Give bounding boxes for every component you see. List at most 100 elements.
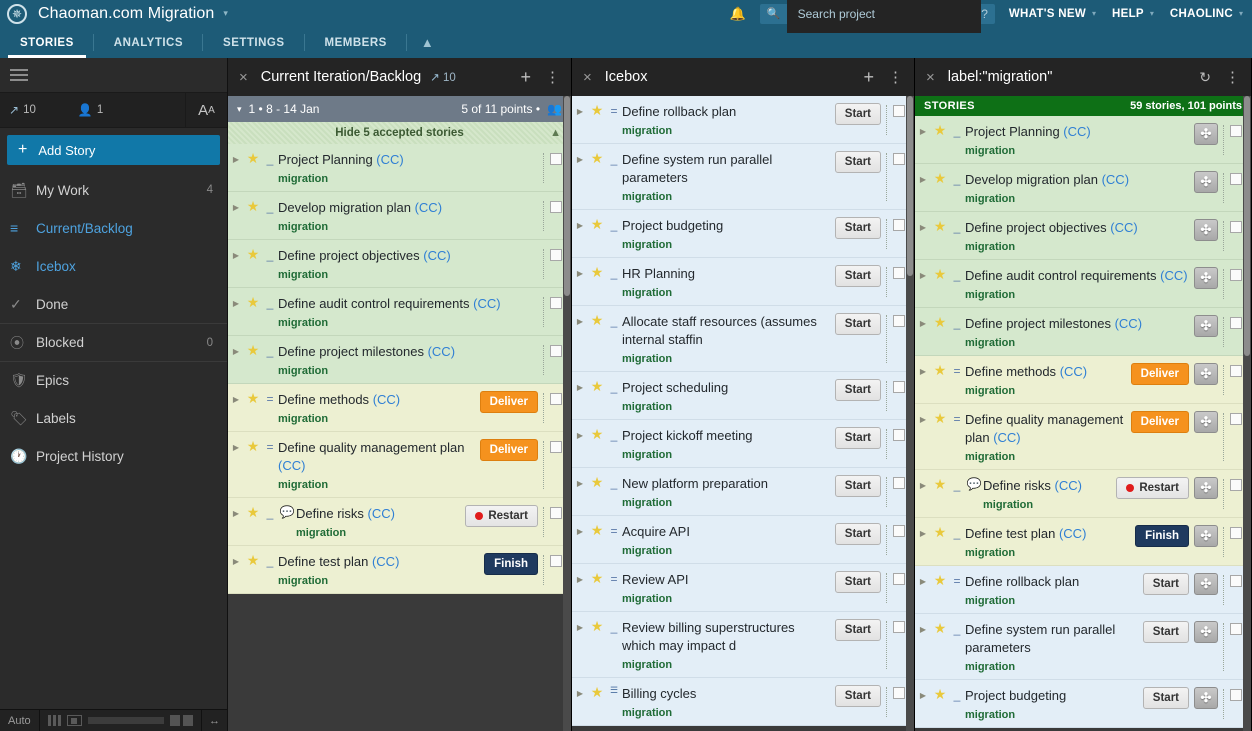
- collapse-nav-button[interactable]: ▲: [407, 27, 448, 58]
- star-icon[interactable]: ★: [244, 552, 262, 587]
- star-icon[interactable]: ★: [931, 266, 949, 301]
- start-button[interactable]: Start: [834, 151, 881, 173]
- story-row[interactable]: ▶ ★ _ Project budgeting migration Start: [572, 210, 914, 258]
- story-row[interactable]: ▶ ★ _ Project kickoff meeting migration …: [572, 420, 914, 468]
- story-row[interactable]: ▶ ★ _ Project scheduling migration Start: [572, 372, 914, 420]
- close-icon[interactable]: ×: [239, 69, 248, 86]
- story-checkbox[interactable]: [550, 249, 562, 261]
- story-label[interactable]: migration: [278, 221, 539, 233]
- expand-arrow-icon[interactable]: ▶: [228, 343, 244, 377]
- star-icon[interactable]: ★: [931, 686, 949, 721]
- start-button[interactable]: Start: [1142, 687, 1189, 709]
- expand-arrow-icon[interactable]: ▶: [915, 525, 931, 559]
- story-checkbox[interactable]: [893, 621, 905, 633]
- story-checkbox[interactable]: [1230, 413, 1242, 425]
- sidebar-item-blocked[interactable]: ⦿ Blocked 0: [0, 323, 227, 361]
- story-label[interactable]: migration: [965, 289, 1190, 301]
- story-row[interactable]: ▶ ★ = Define rollback plan migration Sta…: [572, 96, 914, 144]
- story-row[interactable]: ▶ ★ _ 💬 Define risks (CC) migration Rest…: [915, 470, 1251, 518]
- story-row[interactable]: ▶ ★ _ Project Planning (CC) migration: [228, 144, 571, 192]
- expand-arrow-icon[interactable]: ▶: [915, 411, 931, 463]
- story-label[interactable]: migration: [622, 497, 831, 509]
- finish-button[interactable]: Finish: [1135, 525, 1189, 547]
- auto-layout-button[interactable]: Auto: [0, 709, 40, 731]
- start-button[interactable]: Start: [834, 379, 881, 401]
- star-icon[interactable]: ★: [931, 524, 949, 559]
- estimate-value[interactable]: _: [606, 151, 622, 203]
- story-row[interactable]: ▶ ★ _ Define test plan (CC) migration Fi…: [915, 518, 1251, 566]
- refresh-icon[interactable]: ↻: [1199, 69, 1211, 86]
- text-size-button[interactable]: AA: [185, 92, 227, 128]
- locate-story-button[interactable]: ✣: [1194, 687, 1218, 709]
- estimate-value[interactable]: _: [606, 379, 622, 413]
- story-label[interactable]: migration: [296, 527, 461, 539]
- estimate-value[interactable]: _: [606, 313, 622, 365]
- deliver-button[interactable]: Deliver: [1130, 363, 1189, 385]
- estimate-value[interactable]: =: [949, 363, 965, 397]
- expand-arrow-icon[interactable]: ▶: [915, 267, 931, 301]
- locate-story-button[interactable]: ✣: [1194, 219, 1218, 241]
- story-checkbox[interactable]: [550, 393, 562, 405]
- story-label[interactable]: migration: [965, 661, 1139, 673]
- locate-story-button[interactable]: ✣: [1194, 315, 1218, 337]
- expand-arrow-icon[interactable]: ▶: [228, 391, 244, 425]
- star-icon[interactable]: ★: [588, 684, 606, 719]
- story-row[interactable]: ▶ ★ = Define rollback plan migration Sta…: [915, 566, 1251, 614]
- star-icon[interactable]: ★: [588, 264, 606, 299]
- story-checkbox[interactable]: [1230, 365, 1242, 377]
- story-checkbox[interactable]: [1230, 269, 1242, 281]
- story-label[interactable]: migration: [622, 287, 831, 299]
- star-icon[interactable]: ★: [244, 504, 262, 539]
- star-icon[interactable]: ★: [244, 342, 262, 377]
- estimate-value[interactable]: _: [949, 123, 965, 157]
- expand-arrow-icon[interactable]: ▶: [572, 685, 588, 719]
- story-checkbox[interactable]: [550, 441, 562, 453]
- story-checkbox[interactable]: [1230, 575, 1242, 587]
- star-icon[interactable]: ★: [588, 618, 606, 671]
- chevron-up-icon[interactable]: ▲: [550, 127, 561, 139]
- story-label[interactable]: migration: [278, 413, 476, 425]
- story-row[interactable]: ▶ ★ _ Define project milestones (CC) mig…: [915, 308, 1251, 356]
- story-label[interactable]: migration: [278, 479, 476, 491]
- star-icon[interactable]: ★: [931, 362, 949, 397]
- plus-icon[interactable]: +: [520, 68, 531, 86]
- menu-whats-new[interactable]: WHAT'S NEW: [1009, 8, 1086, 20]
- story-row[interactable]: ▶ ★ _ Define audit control requirements …: [228, 288, 571, 336]
- story-checkbox[interactable]: [893, 267, 905, 279]
- sidebar-item-project-history[interactable]: 🕐 Project History: [0, 437, 227, 475]
- expand-arrow-icon[interactable]: ▶: [572, 103, 588, 137]
- expand-arrow-icon[interactable]: ▶: [572, 523, 588, 557]
- panel-story-list[interactable]: ▾ 1 • 8 - 14 Jan 5 of 11 points • 👥 Hide…: [228, 96, 571, 731]
- estimate-value[interactable]: _: [606, 265, 622, 299]
- star-icon[interactable]: ★: [931, 314, 949, 349]
- tab-stories[interactable]: STORIES: [0, 27, 94, 58]
- story-checkbox[interactable]: [893, 219, 905, 231]
- estimate-value[interactable]: _: [949, 687, 965, 721]
- locate-story-button[interactable]: ✣: [1194, 411, 1218, 433]
- start-button[interactable]: Start: [834, 217, 881, 239]
- layout-track[interactable]: [87, 717, 164, 724]
- expand-arrow-icon[interactable]: ▶: [228, 295, 244, 329]
- estimate-value[interactable]: _: [949, 219, 965, 253]
- locate-story-button[interactable]: ✣: [1194, 477, 1218, 499]
- start-button[interactable]: Start: [834, 523, 881, 545]
- story-label[interactable]: migration: [965, 385, 1127, 397]
- expand-arrow-icon[interactable]: ▶: [915, 687, 931, 721]
- restart-button[interactable]: Restart: [465, 505, 538, 527]
- start-button[interactable]: Start: [834, 619, 881, 641]
- kebab-menu-icon[interactable]: ⋮: [545, 70, 560, 85]
- estimate-value[interactable]: _: [949, 315, 965, 349]
- estimate-value[interactable]: _: [262, 151, 278, 185]
- start-button[interactable]: Start: [1142, 621, 1189, 643]
- estimate-value[interactable]: _: [949, 171, 965, 205]
- story-label[interactable]: migration: [622, 353, 831, 365]
- chevron-down-icon[interactable]: ▾: [1239, 9, 1243, 18]
- story-checkbox[interactable]: [550, 201, 562, 213]
- add-story-button[interactable]: + Add Story: [7, 135, 220, 165]
- estimate-value[interactable]: _: [949, 267, 965, 301]
- story-label[interactable]: migration: [983, 499, 1112, 511]
- story-row[interactable]: ▶ ★ = Acquire API migration Start: [572, 516, 914, 564]
- close-icon[interactable]: ×: [583, 69, 592, 86]
- story-label[interactable]: migration: [278, 173, 539, 185]
- story-row[interactable]: ▶ ★ = Define quality management plan (CC…: [228, 432, 571, 498]
